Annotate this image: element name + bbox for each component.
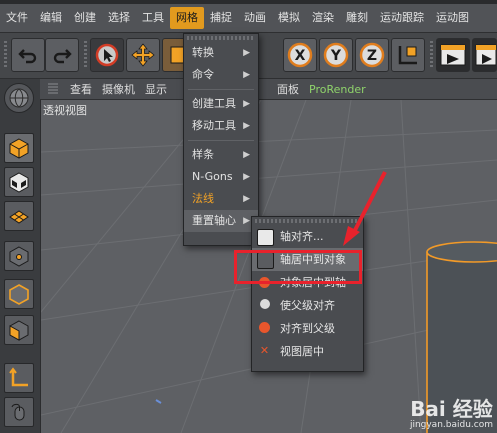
menu-separator [188, 140, 254, 141]
globe-icon [9, 88, 29, 108]
render-icon [475, 44, 496, 66]
undo-icon [18, 49, 37, 64]
viewport-menubar: 查看 摄像机 显示 面板 ProRender [40, 79, 497, 100]
redo-icon [53, 49, 72, 64]
highlight-box [234, 250, 362, 284]
undo-button[interactable] [11, 38, 45, 72]
submenu-arrow-icon: ▶ [243, 121, 250, 131]
toolbar-grip [84, 41, 87, 69]
world-coord-icon [398, 46, 417, 65]
menu-separator [188, 89, 254, 90]
view-menu-panel[interactable]: 面板 [277, 81, 299, 97]
menu-item-ngons[interactable]: N-Gons ▶ [184, 166, 258, 188]
live-selection-button[interactable] [90, 38, 124, 72]
menu-sculpt[interactable]: 雕刻 [340, 7, 374, 29]
y-axis-button[interactable]: Y [319, 38, 353, 72]
menu-file[interactable]: 文件 [0, 7, 34, 29]
redo-button[interactable] [45, 38, 79, 72]
submenu-item-view-center[interactable]: ✕ 视图居中 [252, 340, 363, 363]
menu-item-reset-axis[interactable]: 重置轴心 ▶ [184, 210, 258, 232]
x-axis-icon: X [287, 42, 313, 68]
grip-icon [48, 83, 58, 94]
grid-plane-icon [9, 210, 29, 224]
render-view-icon [440, 44, 466, 66]
submenu-arrow-icon: ▶ [243, 194, 250, 204]
menu-item-move-tools[interactable]: 移动工具 ▶ [184, 115, 258, 137]
viewport-label: 透视视图 [43, 104, 87, 117]
submenu-item-axis-align[interactable]: 轴对齐... [252, 225, 363, 248]
menu-item-convert[interactable]: 转换 ▶ [184, 42, 258, 64]
menu-item-spline[interactable]: 样条 ▶ [184, 144, 258, 166]
menu-bar: 文件 编辑 创建 选择 工具 网格 捕捉 动画 模拟 渲染 雕刻 运动跟踪 运动… [0, 4, 497, 33]
mode-palette [0, 79, 41, 433]
view-menu-view[interactable]: 查看 [70, 81, 92, 97]
toolbar-grip [4, 41, 7, 69]
z-axis-icon: Z [359, 42, 385, 68]
svg-text:X: X [295, 48, 306, 64]
submenu-arrow-icon: ▶ [243, 70, 250, 80]
menu-tools[interactable]: 工具 [136, 7, 170, 29]
edges-mode-button[interactable] [4, 279, 34, 309]
z-axis-button[interactable]: Z [355, 38, 389, 72]
edit-mode-button[interactable] [4, 83, 34, 113]
axis-icon [9, 367, 28, 387]
menu-motion-tracking[interactable]: 运动跟踪 [374, 7, 430, 29]
live-selection-icon [95, 43, 119, 67]
svg-text:Z: Z [367, 48, 377, 64]
edges-cube-icon [9, 284, 29, 305]
model-mode-button[interactable] [4, 133, 34, 163]
menu-item-create-tools[interactable]: 创建工具 ▶ [184, 93, 258, 115]
menu-grip [187, 36, 255, 40]
submenu-item-align-parent[interactable]: 使父级对齐 [252, 294, 363, 317]
align-parent-icon [260, 299, 270, 309]
view-menu-prorender[interactable]: ProRender [309, 83, 366, 96]
cube-icon [9, 138, 29, 159]
submenu-arrow-icon: ▶ [243, 150, 250, 160]
axis-align-icon [257, 229, 274, 246]
checker-cube-icon [9, 172, 29, 193]
points-mode-button[interactable] [4, 241, 34, 271]
view-menu-cameras[interactable]: 摄像机 [102, 81, 135, 97]
submenu-arrow-icon: ▶ [243, 48, 250, 58]
texture-mode-button[interactable] [4, 167, 34, 197]
align-to-parent-icon [259, 322, 270, 333]
svg-text:Y: Y [330, 48, 342, 64]
axis-mode-button[interactable] [4, 363, 34, 393]
render-button[interactable] [472, 38, 497, 72]
world-coord-button[interactable] [391, 38, 425, 72]
move-icon [131, 43, 155, 67]
reset-axis-submenu: 轴对齐... 轴居中到对象 对象居中到轴 使父级对齐 对齐到父级 ✕ 视图居中 [251, 216, 364, 372]
menu-mograph[interactable]: 运动图 [430, 7, 475, 29]
menu-item-commands[interactable]: 命令 ▶ [184, 64, 258, 86]
submenu-arrow-icon: ▶ [243, 172, 250, 182]
menu-select[interactable]: 选择 [102, 7, 136, 29]
workplane-mode-button[interactable] [4, 201, 34, 231]
menu-item-normals[interactable]: 法线 ▶ [184, 188, 258, 210]
mouse-icon [11, 403, 25, 421]
menu-edit[interactable]: 编辑 [34, 7, 68, 29]
tweak-mode-button[interactable] [4, 397, 34, 427]
submenu-arrow-icon: ▶ [243, 216, 250, 226]
submenu-item-align-to-parent[interactable]: 对齐到父级 [252, 317, 363, 340]
points-cube-icon [9, 246, 29, 267]
menu-animate[interactable]: 动画 [238, 7, 272, 29]
menu-grip [255, 219, 360, 223]
watermark-logo: Bai 经验 jingyan.baidu.com [409, 397, 493, 430]
view-menu-display[interactable]: 显示 [145, 81, 167, 97]
render-view-button[interactable] [436, 38, 470, 72]
menu-mesh[interactable]: 网格 [170, 7, 204, 29]
menu-render[interactable]: 渲染 [306, 7, 340, 29]
polygons-cube-icon [9, 320, 29, 341]
menu-snap[interactable]: 捕捉 [204, 7, 238, 29]
polygons-mode-button[interactable] [4, 315, 34, 345]
menu-create[interactable]: 创建 [68, 7, 102, 29]
move-button[interactable] [126, 38, 160, 72]
toolbar-grip [430, 41, 433, 69]
menu-simulate[interactable]: 模拟 [272, 7, 306, 29]
x-axis-button[interactable]: X [283, 38, 317, 72]
mesh-menu-dropdown: 转换 ▶ 命令 ▶ 创建工具 ▶ 移动工具 ▶ 样条 ▶ N-Gons ▶ 法线 ▶ 重置轴心… [183, 33, 259, 246]
submenu-arrow-icon: ▶ [243, 99, 250, 109]
y-axis-icon: Y [323, 42, 349, 68]
view-center-icon: ✕ [259, 344, 270, 357]
